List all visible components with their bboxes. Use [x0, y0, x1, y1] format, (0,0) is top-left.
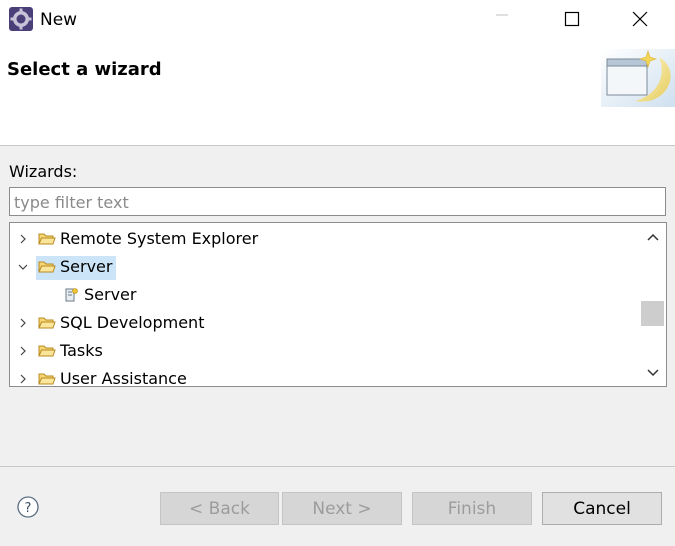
minimize-button[interactable]: [467, 0, 537, 38]
chevron-up-icon: [647, 233, 659, 241]
tree-item-server-wizard[interactable]: Server: [10, 281, 640, 309]
chevron-down-icon[interactable]: [17, 261, 29, 273]
chevron-right-icon[interactable]: [17, 233, 29, 245]
close-icon: [632, 11, 648, 27]
tree-item-remote-system-explorer[interactable]: Remote System Explorer: [10, 225, 640, 253]
folder-open-icon: [38, 261, 56, 273]
tree-item-label: Server: [60, 257, 113, 276]
scroll-thumb[interactable]: [641, 301, 664, 326]
next-button[interactable]: Next >: [282, 492, 402, 525]
maximize-icon: [564, 11, 580, 27]
tree-item-label: SQL Development: [60, 313, 205, 332]
eclipse-gear-icon: [9, 7, 33, 31]
cancel-button[interactable]: Cancel: [542, 492, 662, 525]
folder-icon: [38, 373, 56, 385]
maximize-button[interactable]: [537, 0, 607, 38]
scroll-up-button[interactable]: [640, 225, 666, 251]
tree-item-label: Remote System Explorer: [60, 229, 259, 248]
minimize-icon: [496, 14, 508, 16]
title-bar: New: [0, 0, 675, 38]
wizard-banner-icon: [601, 49, 675, 107]
help-icon[interactable]: ?: [16, 495, 40, 519]
footer-divider: [0, 466, 675, 467]
chevron-right-icon[interactable]: [17, 373, 29, 385]
filter-input[interactable]: [9, 187, 666, 216]
server-wizard-icon: [65, 288, 78, 302]
page-title: Select a wizard: [7, 59, 162, 80]
tree-item-label: Server: [84, 285, 137, 304]
folder-icon: [38, 345, 56, 357]
folder-icon: [38, 233, 56, 245]
back-button[interactable]: < Back: [160, 492, 279, 525]
chevron-right-icon[interactable]: [17, 345, 29, 357]
tree-item-label: User Assistance: [60, 369, 187, 387]
folder-icon: [38, 317, 56, 329]
wizard-banner: Select a wizard: [0, 38, 675, 146]
svg-text:?: ?: [25, 501, 32, 516]
chevron-right-icon[interactable]: [17, 317, 29, 329]
tree-item-server[interactable]: Server: [10, 253, 640, 281]
tree-item-sql-development[interactable]: SQL Development: [10, 309, 640, 337]
wizard-tree[interactable]: Remote System Explorer Server Server SQL…: [9, 222, 667, 387]
window-title: New: [40, 10, 78, 30]
wizards-label: Wizards:: [9, 162, 78, 181]
chevron-down-icon: [647, 369, 659, 377]
scroll-down-button[interactable]: [640, 359, 666, 385]
tree-item-user-assistance[interactable]: User Assistance: [10, 365, 640, 387]
tree-scrollbar[interactable]: [640, 223, 666, 386]
finish-button[interactable]: Finish: [412, 492, 532, 525]
close-button[interactable]: [605, 0, 675, 38]
tree-item-tasks[interactable]: Tasks: [10, 337, 640, 365]
tree-item-label: Tasks: [60, 341, 103, 360]
